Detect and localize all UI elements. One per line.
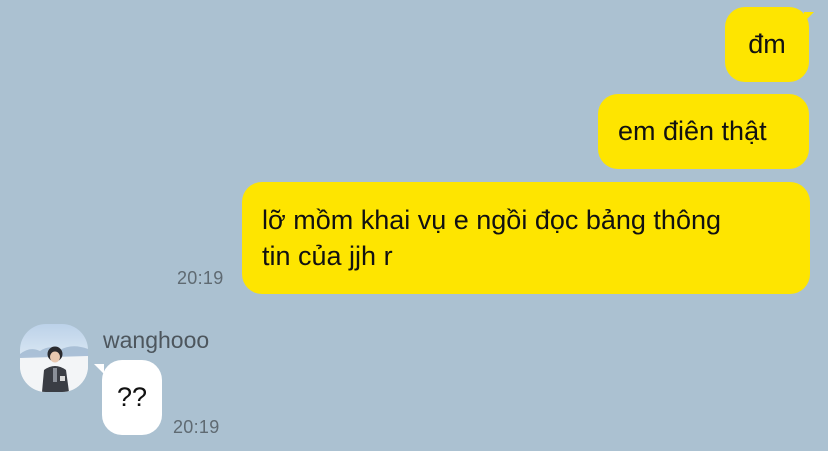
chat-area: đm em điên thật lỡ mồm khai vụ e ngồi đọ…	[0, 0, 828, 451]
outgoing-message-bubble[interactable]: đm	[725, 7, 809, 82]
message-text: em điên thật	[618, 116, 767, 146]
message-timestamp: 20:19	[173, 417, 220, 437]
bubble-tail	[804, 12, 814, 22]
message-text: đm	[748, 29, 786, 59]
incoming-message-bubble[interactable]: ??	[102, 360, 162, 435]
avatar-photo-icon	[20, 346, 88, 392]
outgoing-message-bubble[interactable]: lỡ mồm khai vụ e ngồi đọc bảng thông tin…	[242, 182, 810, 294]
outgoing-message-bubble[interactable]: em điên thật	[598, 94, 809, 169]
message-text: ??	[116, 382, 148, 412]
message-text-line: tin của jjh r	[262, 241, 393, 271]
sender-avatar[interactable]	[20, 324, 88, 392]
message-timestamp: 20:19	[177, 268, 224, 288]
sender-name: wanghooo	[103, 327, 210, 353]
message-text-line: lỡ mồm khai vụ e ngồi đọc bảng thông	[262, 205, 721, 235]
